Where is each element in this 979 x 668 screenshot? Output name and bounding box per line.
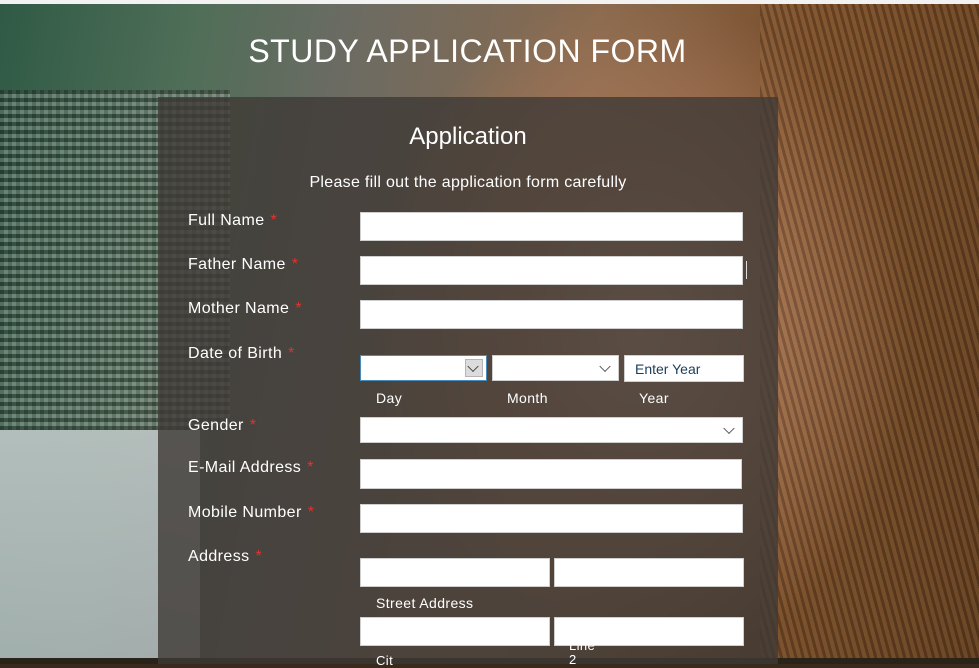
form-title: Application [409,123,527,150]
gender-label: Gender * [188,417,256,435]
chevron-down-icon [599,360,611,373]
date-of-birth-label-text: Date of Birth [188,345,283,362]
email-label-text: E-Mail Address [188,459,302,476]
mother-name-label-text: Mother Name [188,300,290,317]
mother-name-label: Mother Name * [188,300,302,318]
year-sublabel: Year [639,390,669,406]
day-select[interactable] [360,355,487,381]
mobile-label-text: Mobile Number [188,504,302,521]
mobile-label: Mobile Number * [188,504,314,522]
required-marker: * [270,212,278,229]
year-input[interactable]: Enter Year [624,355,744,382]
full-name-label: Full Name * [188,212,277,230]
month-select[interactable] [492,355,619,381]
day-sublabel: Day [376,390,403,406]
day-dropdown-button[interactable] [465,359,483,377]
required-marker: * [291,256,299,273]
gender-select[interactable] [360,417,743,443]
form-subtitle: Please fill out the application form car… [309,174,627,191]
full-name-label-text: Full Name [188,212,265,229]
month-sublabel: Month [507,390,548,406]
city-input[interactable] [360,617,550,646]
chevron-down-icon [723,422,735,435]
mother-name-input[interactable] [360,300,743,329]
full-name-input[interactable] [360,212,743,241]
application-form-panel: Application Please fill out the applicat… [158,97,778,668]
page-title: STUDY APPLICATION FORM [248,33,687,69]
address-line2-sublabel: Line 2 [569,638,596,667]
background-hair [760,0,979,664]
street-address-sublabel: Street Address [376,595,474,611]
address-label-text: Address [188,548,250,565]
father-name-label-text: Father Name [188,256,286,273]
required-marker: * [307,504,315,521]
required-marker: * [288,345,295,362]
required-marker: * [295,300,302,317]
address-label: Address * [188,548,262,566]
required-marker: * [307,459,314,476]
top-border [0,0,979,4]
email-label: E-Mail Address * [188,459,314,477]
father-name-input[interactable] [360,256,743,285]
father-name-label: Father Name * [188,256,298,274]
street-address-line2-input[interactable] [554,558,744,587]
street-address-input[interactable] [360,558,550,587]
date-of-birth-label: Date of Birth * [188,345,295,363]
chevron-down-icon [467,360,479,373]
gender-label-text: Gender [188,417,244,434]
required-marker: * [255,548,263,565]
required-marker: * [249,417,257,434]
text-cursor [746,261,747,279]
email-input[interactable] [360,459,742,489]
city-sublabel: Cit [376,653,394,668]
mobile-input[interactable] [360,504,743,533]
